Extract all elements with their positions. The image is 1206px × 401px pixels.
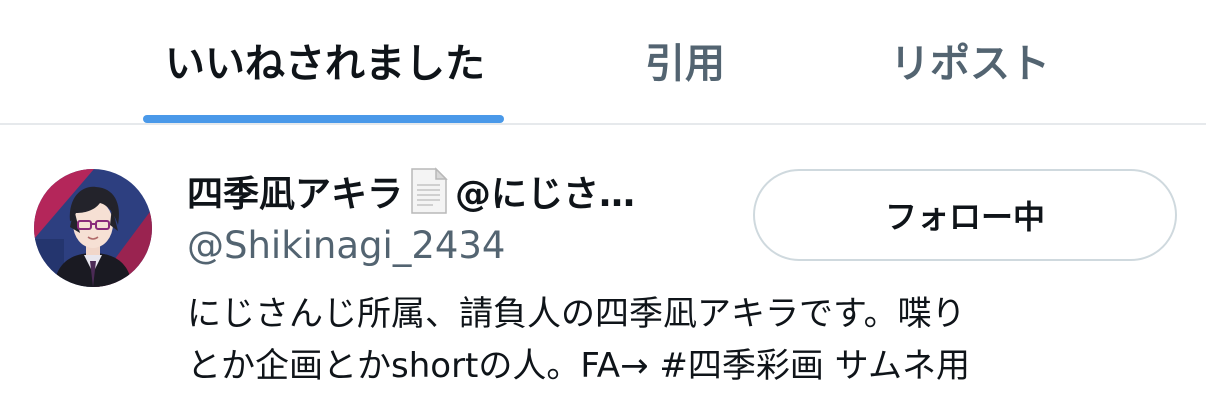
following-button[interactable]: フォロー中 (753, 169, 1177, 261)
tab-bar: いいねされました 引用 リポスト (0, 0, 1206, 125)
tab-reposts[interactable]: リポスト (860, 30, 1080, 90)
user-handle[interactable]: @Shikinagi_2434 (187, 220, 505, 270)
page-facing-up-icon (411, 167, 448, 214)
avatar-image (34, 169, 152, 287)
display-name: 四季凪アキラ (187, 174, 404, 215)
active-tab-indicator (143, 115, 504, 123)
tab-quotes[interactable]: 引用 (605, 30, 765, 90)
tab-liked-by[interactable]: いいねされました (145, 30, 505, 90)
bio-line: とか企画とかshortの人。FA→ #四季彩画 サムネ用 (187, 346, 970, 386)
user-name-row[interactable]: 四季凪アキラ @にじさ… (187, 163, 727, 219)
avatar[interactable] (34, 169, 152, 287)
bio-line: にじさんじ所属、請負人の四季凪アキラです。喋り (187, 294, 966, 334)
display-name-suffix: @にじさ… (455, 174, 636, 215)
user-bio: にじさんじ所属、請負人の四季凪アキラです。喋り とか企画とかshortの人。FA… (187, 288, 1187, 392)
liked-by-screen: いいねされました 引用 リポスト 四季凪アキラ @にじさ… @Shikinagi… (0, 0, 1206, 401)
